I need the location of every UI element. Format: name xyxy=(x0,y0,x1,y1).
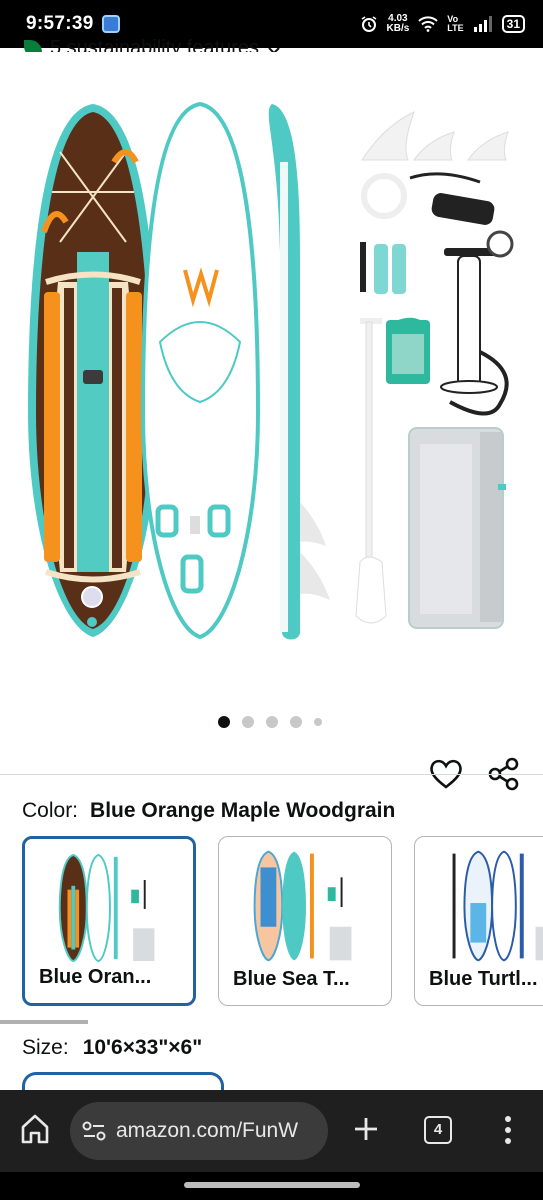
gesture-handle[interactable] xyxy=(184,1182,360,1188)
leash xyxy=(361,172,495,225)
paddle-board-bottom-view xyxy=(140,101,261,640)
color-selected-value: Blue Orange Maple Woodgrain xyxy=(90,799,396,822)
carousel-dot-2[interactable] xyxy=(242,716,254,728)
size-label: Size: xyxy=(22,1036,69,1059)
waterproof-phone-bag xyxy=(386,317,430,384)
carousel-dot-1[interactable] xyxy=(218,716,230,728)
color-swatch-list[interactable]: Blue Oran... Blue Sea T... Blue Turtl... xyxy=(22,836,543,1006)
color-swatch-blue-orange[interactable]: Blue Oran... xyxy=(22,836,196,1006)
carousel-dot-4[interactable] xyxy=(290,716,302,728)
size-selection-header: Size: 10'6×33"×6" xyxy=(22,1036,202,1060)
fins xyxy=(361,111,509,161)
color-label: Color: xyxy=(22,799,79,822)
signal-icon xyxy=(473,16,492,32)
carousel-dot-5[interactable] xyxy=(314,718,322,726)
tab-switcher-button[interactable]: 4 xyxy=(424,1116,452,1144)
leaf-icon xyxy=(24,40,42,52)
new-tab-plus-icon[interactable] xyxy=(352,1115,380,1143)
carry-backpack xyxy=(408,427,506,629)
battery-indicator: 31 xyxy=(501,15,525,33)
repair-kit xyxy=(360,242,406,294)
product-image-gallery[interactable] xyxy=(0,52,543,791)
product-image xyxy=(28,101,514,640)
swatch-thumbnail xyxy=(253,850,352,962)
swatch-label: Blue Turtl... xyxy=(429,968,538,990)
paddle-board-side-view xyxy=(268,104,330,640)
more-menu-icon[interactable] xyxy=(500,1114,516,1146)
site-settings-icon[interactable] xyxy=(82,1121,106,1141)
color-swatch-blue-sea[interactable]: Blue Sea T... xyxy=(218,836,392,1006)
carousel-dot-3[interactable] xyxy=(266,716,278,728)
swatch-thumbnail xyxy=(452,850,543,962)
size-selected-value: 10'6×33"×6" xyxy=(82,1036,203,1059)
section-divider xyxy=(0,774,543,775)
sustainability-features-text: 5 sustainability features xyxy=(50,37,260,52)
color-selection-header: Color: Blue Orange Maple Woodgrain xyxy=(22,799,395,823)
swatch-thumbnail xyxy=(58,853,155,963)
sustainability-features-link[interactable]: 5 sustainability features xyxy=(24,30,424,52)
volte-bottom: LTE xyxy=(447,23,464,33)
address-bar[interactable]: amazon.com/FunW xyxy=(70,1102,328,1160)
url-text: amazon.com/FunW xyxy=(116,1119,299,1142)
swatch-label: Blue Sea T... xyxy=(233,968,350,990)
image-carousel-dots[interactable] xyxy=(218,716,322,728)
paddle xyxy=(355,318,387,624)
swatch-scroll-indicator xyxy=(0,1020,88,1024)
volte-indicator: Vo LTE xyxy=(447,15,463,33)
swatch-label: Blue Oran... xyxy=(39,966,152,988)
paddle-board-top-view xyxy=(28,104,158,637)
color-swatch-blue-turtle[interactable]: Blue Turtl... xyxy=(414,836,543,1006)
hand-pump xyxy=(440,230,514,416)
home-icon[interactable] xyxy=(20,1113,50,1145)
